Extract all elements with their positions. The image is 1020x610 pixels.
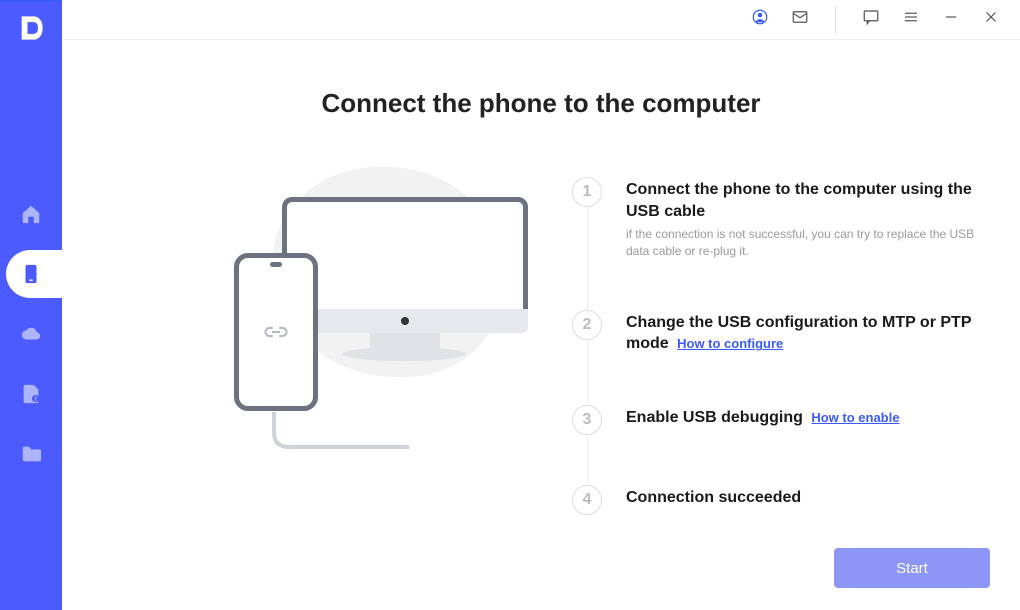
step-number: 1: [572, 177, 602, 207]
profile-icon[interactable]: [751, 8, 769, 31]
configure-link[interactable]: How to configure: [677, 336, 783, 351]
step-number: 2: [572, 310, 602, 340]
step-1: 1 Connect the phone to the computer usin…: [572, 177, 990, 310]
step-title: Connection succeeded: [626, 487, 801, 509]
step-title: Connect the phone to the computer using …: [626, 179, 990, 222]
sidebar-home[interactable]: [0, 184, 62, 244]
sidebar-phone[interactable]: [0, 244, 62, 304]
step-number: 3: [572, 405, 602, 435]
step-3: 3 Enable USB debugging How to enable: [572, 405, 990, 485]
content-area: 1 Connect the phone to the computer usin…: [62, 177, 1020, 515]
step-title: Change the USB configuration to MTP or P…: [626, 312, 990, 355]
titlebar: [62, 0, 1020, 40]
step-2: 2 Change the USB configuration to MTP or…: [572, 310, 990, 405]
mail-icon[interactable]: [791, 8, 809, 31]
step-subtitle: if the connection is not successful, you…: [626, 226, 990, 260]
sidebar-folder[interactable]: [0, 424, 62, 484]
main-area: Connect the phone to the computer: [62, 0, 1020, 610]
step-title: Enable USB debugging How to enable: [626, 407, 899, 429]
close-icon[interactable]: [982, 8, 1000, 31]
start-button[interactable]: Start: [834, 548, 990, 588]
titlebar-divider: [835, 6, 836, 34]
page-title: Connect the phone to the computer: [62, 88, 1020, 119]
menu-icon[interactable]: [902, 8, 920, 31]
sidebar-file-alert[interactable]: [0, 364, 62, 424]
steps-list: 1 Connect the phone to the computer usin…: [552, 177, 990, 515]
minimize-icon[interactable]: [942, 8, 960, 31]
connection-illustration: [112, 177, 552, 457]
step-4: 4 Connection succeeded: [572, 485, 990, 515]
sidebar: [0, 0, 62, 610]
app-logo: [15, 12, 47, 44]
sidebar-cloud[interactable]: [0, 304, 62, 364]
feedback-icon[interactable]: [862, 8, 880, 31]
enable-link[interactable]: How to enable: [811, 410, 899, 425]
step-number: 4: [572, 485, 602, 515]
